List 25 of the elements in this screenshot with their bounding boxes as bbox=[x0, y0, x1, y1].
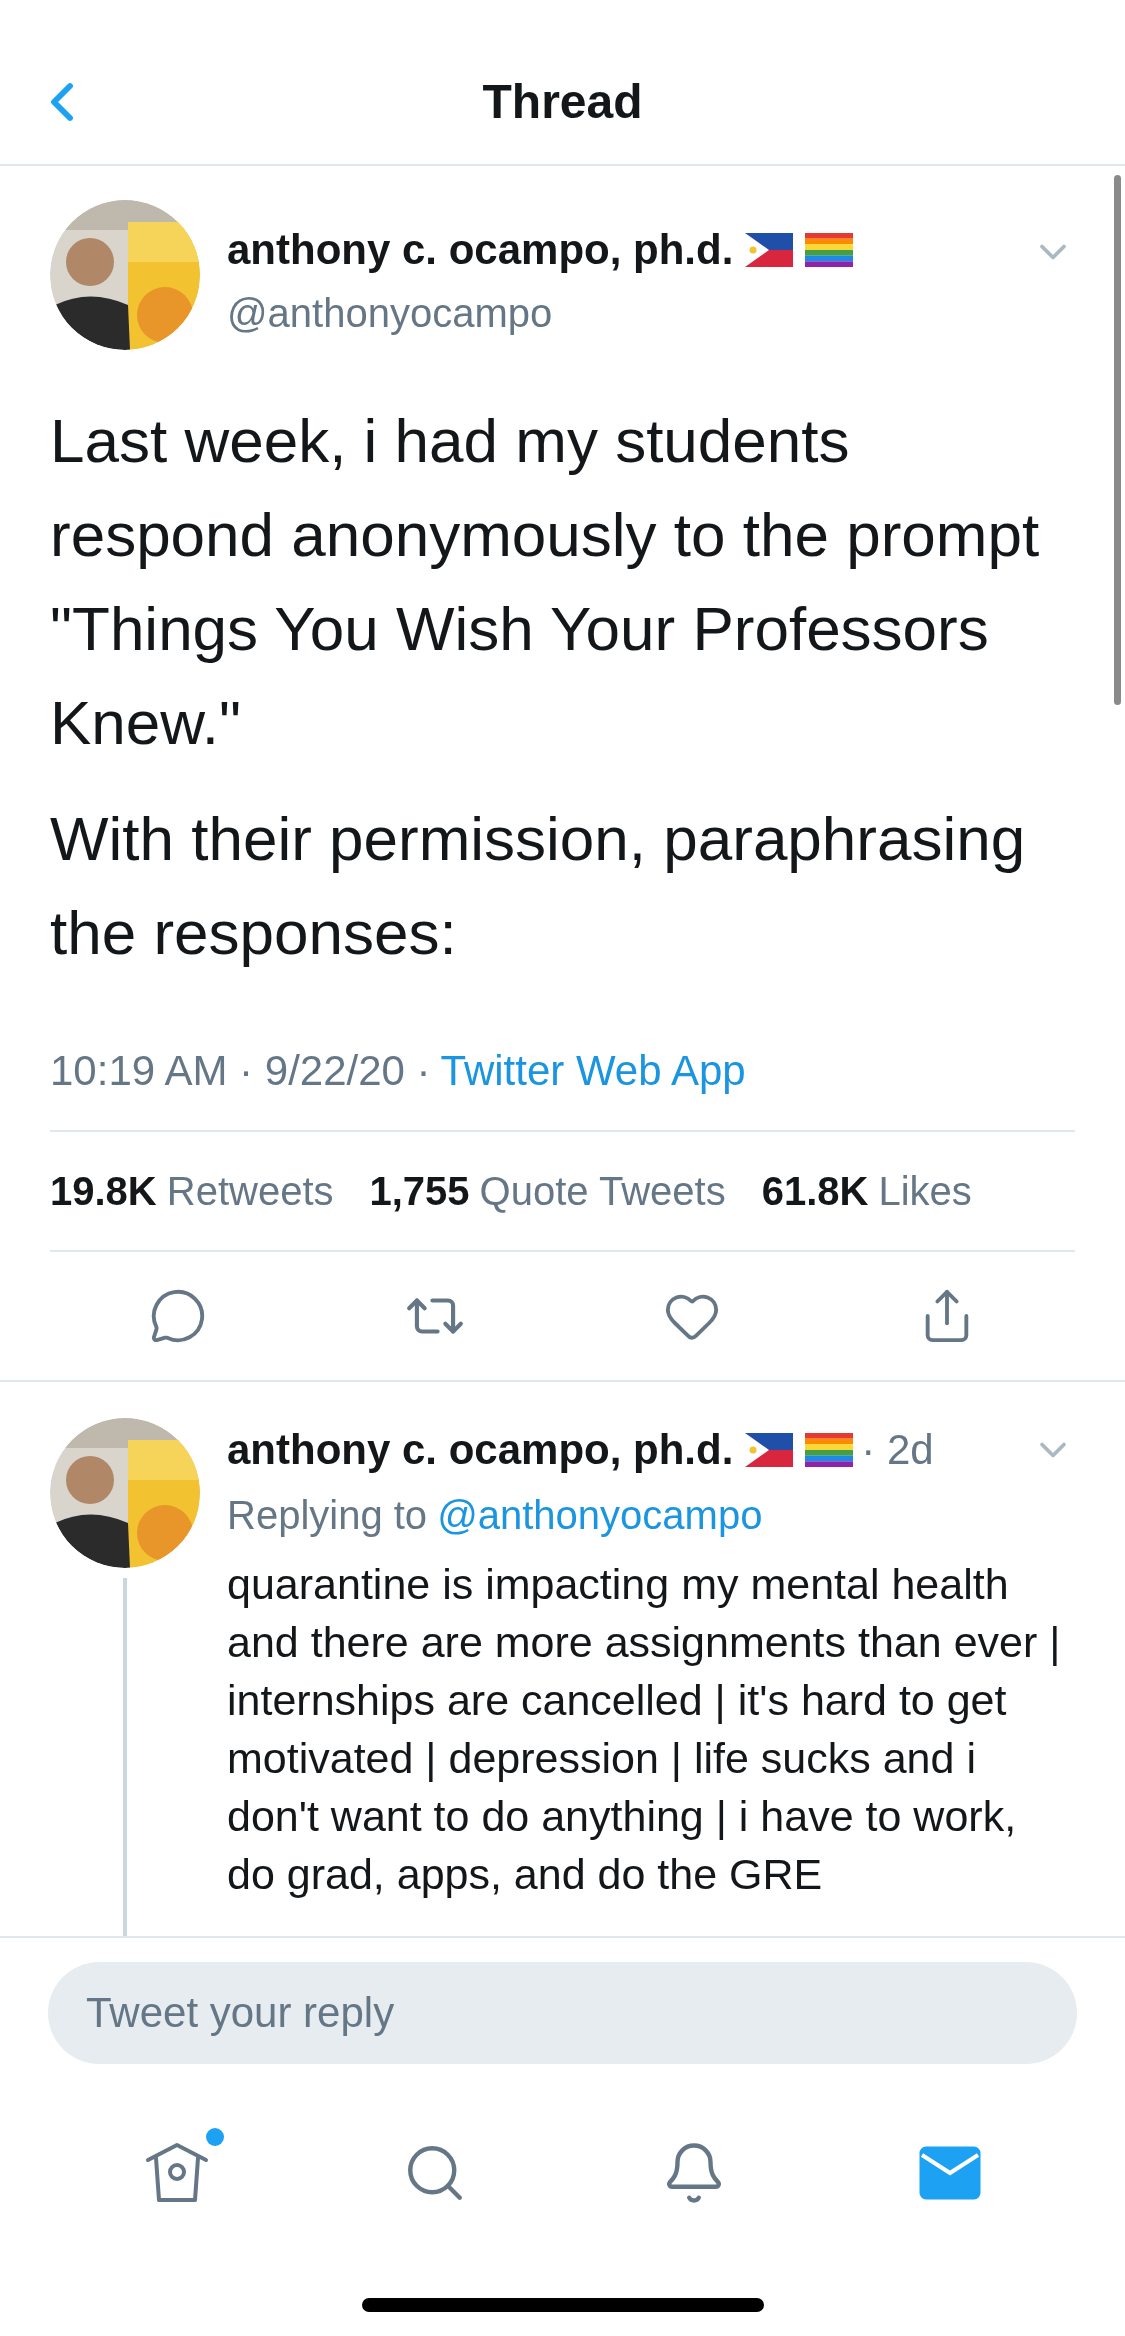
stat-label[interactable]: Quote Tweets bbox=[479, 1161, 726, 1221]
rainbow-flag-icon bbox=[805, 232, 854, 267]
flag-icon bbox=[745, 1432, 794, 1467]
author-handle[interactable]: @anthonyocampo bbox=[227, 283, 1031, 343]
tweet-text: With their permission, paraphrasing the responses: bbox=[50, 803, 1027, 969]
rainbow-flag-icon bbox=[805, 1432, 854, 1467]
page-title: Thread bbox=[482, 74, 643, 130]
tweet-age: · 2d bbox=[861, 1425, 934, 1475]
tweet-timestamp: 10:19 AM · 9/22/20 · bbox=[50, 1045, 431, 1096]
mail-icon bbox=[918, 2146, 981, 2200]
author-name[interactable]: anthony c. ocampo, ph.d. bbox=[227, 218, 734, 281]
reply-text: quarantine is impacting my mental health and there are more assignments than ever | internships are cancelled | it's hard to get motivated | depression | life sucks and i don't want to do anything | i have to work, do grad, apps, and do the GRE bbox=[227, 1559, 1062, 1900]
source-link[interactable]: Twitter Web App bbox=[440, 1038, 746, 1102]
replying-label: Replying to bbox=[227, 1492, 428, 1539]
stat-label[interactable]: Likes bbox=[878, 1161, 972, 1221]
stat-count: 61.8K bbox=[761, 1168, 869, 1215]
mention-link[interactable]: @anthonyocampo bbox=[437, 1485, 763, 1545]
author-name[interactable]: anthony c. ocampo, ph.d. bbox=[227, 1418, 734, 1481]
stat-count: 1,755 bbox=[369, 1168, 470, 1215]
tweet-text: Last week, i had my students respond anonymously to the prompt "Things You Wish Your Professors Knew." bbox=[50, 405, 1041, 759]
flag-icon bbox=[745, 232, 794, 267]
stat-label[interactable]: Retweets bbox=[166, 1161, 334, 1221]
reply-field[interactable]: Tweet your reply bbox=[48, 1962, 1077, 2064]
stat-count: 19.8K bbox=[50, 1168, 157, 1215]
home-icon bbox=[144, 2142, 211, 2204]
